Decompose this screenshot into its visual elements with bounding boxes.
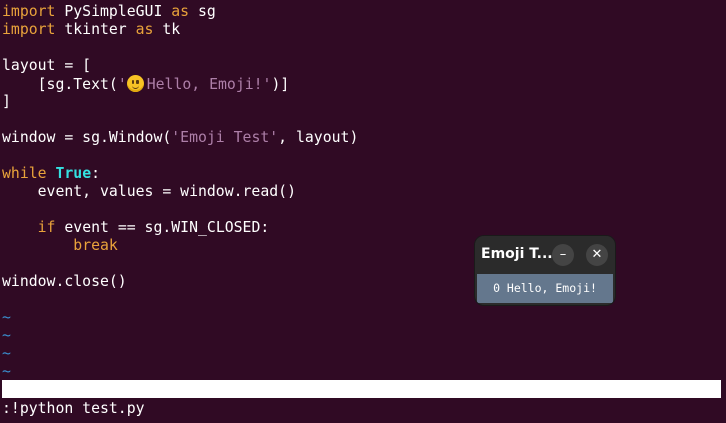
keyword-import: import [2,3,56,20]
popup-text: 0 Hello, Emoji! [493,281,597,295]
module-name: PySimpleGUI [55,3,172,20]
code-line-16: window.close() [2,273,127,290]
popup-title: Emoji T... [481,246,553,262]
module-name: tkinter [55,21,136,38]
popup-content: 0 Hello, Emoji! [477,274,613,303]
keyword-import: import [2,21,56,38]
code-line-14: break [2,237,118,255]
empty-line-tilde: ~ [2,363,11,380]
constant-true: True [55,165,92,182]
string-literal: 'Emoji Test' [171,129,279,146]
close-button[interactable]: ✕ [586,244,608,266]
keyword-while: while [2,165,47,182]
code-fragment: , layout) [278,129,359,146]
terminal-window[interactable]: import PySimpleGUI as sg import tkinter … [0,0,726,423]
emoji-test-popup-window[interactable]: Emoji T... – ✕ 0 Hello, Emoji! [475,236,615,305]
code-line-11: event, values = window.read() [2,183,296,200]
empty-line-tilde: ~ [2,327,11,344]
code-line-1: import PySimpleGUI as sg [2,3,216,21]
code-line-6: ] [2,93,11,110]
code-fragment: )] [271,76,290,93]
code-line-10: while True: [2,165,100,183]
keyword-as: as [135,21,154,38]
keyword-if: if [37,219,56,236]
popup-titlebar[interactable]: Emoji T... – ✕ [475,236,615,274]
code-line-4: layout = [ [2,57,92,74]
string-quote: ' [117,76,127,93]
empty-line-tilde: ~ [2,345,11,362]
module-alias: tk [153,21,181,38]
minimize-button[interactable]: – [552,244,574,266]
code-fragment: window = sg.Window( [2,129,172,146]
string-literal: Hello, Emoji!' [146,76,272,93]
keyword-as: as [171,3,190,20]
code-line-13: if event == sg.WIN_CLOSED: [2,219,270,237]
status-bar [2,380,721,398]
code-line-5: [sg.Text(' Hello, Emoji!')] [2,75,289,93]
empty-line-tilde: ~ [2,309,11,326]
smiley-emoji-icon [126,75,144,92]
code-line-8: window = sg.Window('Emoji Test', layout) [2,129,358,147]
code-fragment: event == sg.WIN_CLOSED: [55,219,270,236]
code-line-2: import tkinter as tk [2,21,180,39]
keyword-break: break [73,237,118,254]
module-alias: sg [189,3,216,20]
command-line[interactable]: :!python test.py [2,400,145,418]
code-fragment: [sg.Text( [2,76,118,93]
code-fragment: : [91,165,101,182]
